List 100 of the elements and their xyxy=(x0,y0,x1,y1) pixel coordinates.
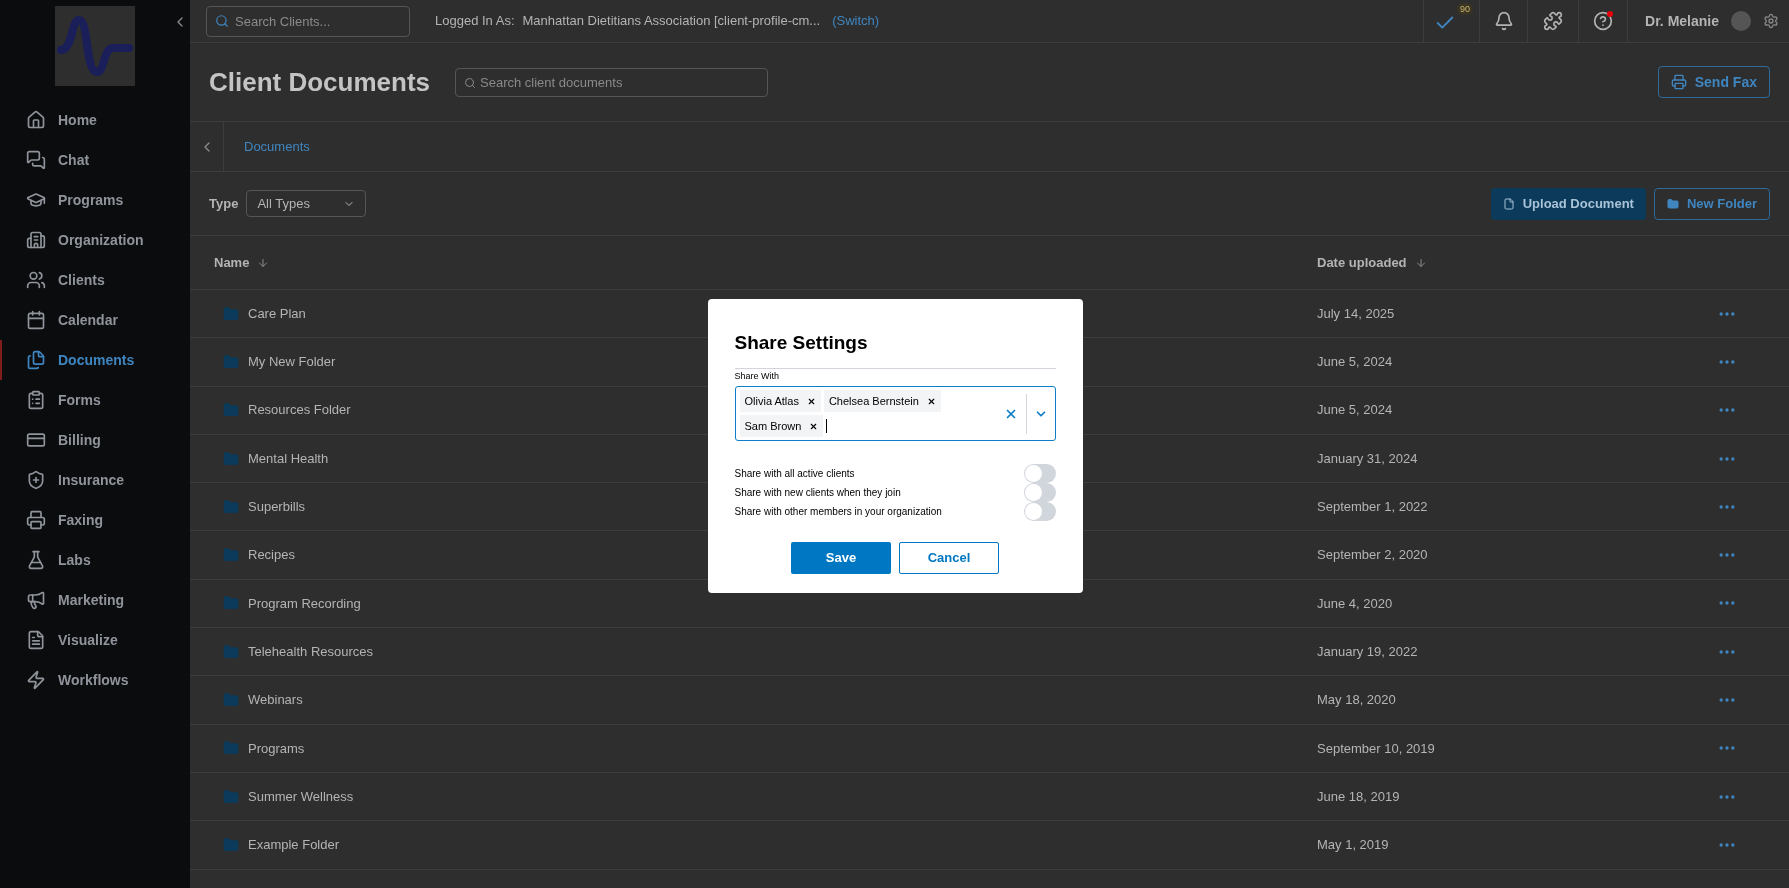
logged-in-label: Logged In As: xyxy=(435,12,515,31)
folder-icon xyxy=(223,692,239,708)
folder-icon xyxy=(1666,197,1679,210)
client-search-field[interactable]: Search Clients... xyxy=(206,5,410,37)
remove-icon[interactable] xyxy=(926,396,936,406)
folder-name[interactable]: Programs xyxy=(248,738,305,759)
date-cell-text: September 10, 2019 xyxy=(1317,739,1436,758)
help-icon[interactable] xyxy=(1593,11,1614,31)
remove-icon[interactable] xyxy=(809,421,819,431)
settings-icon[interactable] xyxy=(1763,13,1779,29)
type-label: Type xyxy=(209,194,239,213)
house-icon xyxy=(26,110,46,130)
account-name: Manhattan Dietitians Association [client-profile-cm... xyxy=(522,12,821,31)
client-chip[interactable]: Chelsea Bernstein xyxy=(823,390,941,412)
nav-item[interactable]: Calendar xyxy=(0,300,190,340)
toggle-label: Share with new clients when they join xyxy=(734,486,901,500)
folder-name[interactable]: Mental Health xyxy=(248,448,329,469)
toggle-switch[interactable] xyxy=(1023,502,1056,521)
card-icon xyxy=(26,430,46,450)
breadcrumb-link[interactable]: Documents xyxy=(244,136,310,157)
toggle-switch[interactable] xyxy=(1023,464,1056,483)
date-cell-text: January 31, 2024 xyxy=(1317,449,1419,468)
building-icon xyxy=(26,230,46,250)
sort-arrow-icon[interactable] xyxy=(257,256,270,269)
megaphone-icon xyxy=(26,590,46,610)
share-with-field[interactable]: Olivia Atlas Chelsea Bernstein Sam Brown xyxy=(734,386,1056,441)
toggle-switch[interactable] xyxy=(1023,483,1056,502)
date-cell-text: June 18, 2019 xyxy=(1317,787,1401,806)
nav-item[interactable]: Organization xyxy=(0,220,190,260)
nav-item[interactable]: Documents xyxy=(0,340,190,380)
date-cell-text: January 19, 2022 xyxy=(1317,642,1419,661)
avatar[interactable] xyxy=(1731,11,1751,31)
folder-name[interactable]: Care Plan xyxy=(248,303,306,324)
date-cell-text: June 5, 2024 xyxy=(1317,353,1394,372)
clipboard-icon xyxy=(26,390,46,410)
new-folder-button[interactable]: New Folder xyxy=(1653,187,1770,220)
folder-icon xyxy=(223,450,239,467)
documents-search-field[interactable]: Search client documents xyxy=(455,67,769,97)
people-icon xyxy=(26,270,46,290)
folder-name[interactable]: Example Folder xyxy=(248,835,340,855)
shield-icon xyxy=(26,470,46,490)
folder-name[interactable]: Superbills xyxy=(248,497,306,517)
save-button[interactable]: Save xyxy=(791,542,891,574)
nav-item[interactable]: Marketing xyxy=(0,580,190,620)
nav-item[interactable]: Home xyxy=(0,100,190,140)
lightning-icon xyxy=(26,670,46,690)
folder-name[interactable]: Telehealth Resources xyxy=(248,641,374,662)
date-cell-text: September 2, 2020 xyxy=(1317,546,1429,565)
type-select[interactable]: All Types xyxy=(246,190,367,217)
folder-name[interactable]: Recipes xyxy=(248,545,295,565)
chat-bubbles-icon xyxy=(26,150,46,170)
cancel-button[interactable]: Cancel xyxy=(899,542,999,574)
client-chip[interactable]: Sam Brown xyxy=(739,415,824,437)
nav-item[interactable]: Faxing xyxy=(0,500,190,540)
folder-icon xyxy=(223,305,239,322)
nav-item[interactable]: Labs xyxy=(0,540,190,580)
task-count-badge: 90 xyxy=(1457,3,1474,15)
page-title: Client Documents xyxy=(209,65,431,99)
nav-item[interactable]: Forms xyxy=(0,380,190,420)
nav-item[interactable]: Billing xyxy=(0,420,190,460)
folder-name[interactable]: Resources Folder xyxy=(248,400,351,420)
folder-name[interactable]: Webinars xyxy=(248,690,303,710)
bell-icon[interactable] xyxy=(1493,11,1514,31)
date-cell-text: September 1, 2022 xyxy=(1317,498,1429,517)
nav-item[interactable]: Workflows xyxy=(0,660,190,700)
toggle-label: Share with other members in your organization xyxy=(734,505,942,519)
date-cell-text: May 1, 2019 xyxy=(1317,836,1390,855)
folder-icon xyxy=(223,595,239,612)
remove-icon[interactable] xyxy=(806,396,816,406)
date-cell-text: June 4, 2020 xyxy=(1317,594,1394,613)
files-icon xyxy=(26,350,46,370)
folder-name[interactable]: My New Folder xyxy=(248,352,336,372)
folder-icon xyxy=(223,402,239,419)
nav-item[interactable]: Chat xyxy=(0,140,190,180)
switch-link[interactable]: (Switch) xyxy=(832,11,880,31)
client-chip[interactable]: Olivia Atlas xyxy=(739,390,821,412)
puzzle-icon[interactable] xyxy=(1543,11,1564,31)
date-cell-text: July 14, 2025 xyxy=(1317,304,1396,323)
folder-name[interactable]: Program Recording xyxy=(248,593,361,614)
upload-document-button[interactable]: Upload Document xyxy=(1490,187,1646,220)
folder-icon xyxy=(223,498,239,515)
printer-icon xyxy=(1670,74,1687,90)
printer-icon xyxy=(26,510,46,530)
search-icon xyxy=(215,13,229,28)
logo-icon xyxy=(55,6,135,86)
nav-item[interactable]: Insurance xyxy=(0,460,190,500)
column-header[interactable]: Date uploaded xyxy=(1317,252,1407,273)
user-name: Dr. Melanie xyxy=(1645,11,1719,31)
folder-name[interactable]: Summer Wellness xyxy=(248,786,354,807)
toggle-label: Share with all active clients xyxy=(734,467,855,481)
folder-icon xyxy=(223,353,239,370)
send-fax-button[interactable]: Send Fax xyxy=(1657,66,1770,98)
nav-item[interactable]: Programs xyxy=(0,180,190,220)
nav-item[interactable]: Visualize xyxy=(0,620,190,660)
nav-item[interactable]: Clients xyxy=(0,260,190,300)
graduation-cap-icon xyxy=(26,190,46,210)
column-header[interactable]: Name xyxy=(214,252,250,273)
folder-icon xyxy=(223,643,239,660)
sort-arrow-icon[interactable] xyxy=(1414,256,1427,269)
file-icon xyxy=(1502,197,1515,210)
